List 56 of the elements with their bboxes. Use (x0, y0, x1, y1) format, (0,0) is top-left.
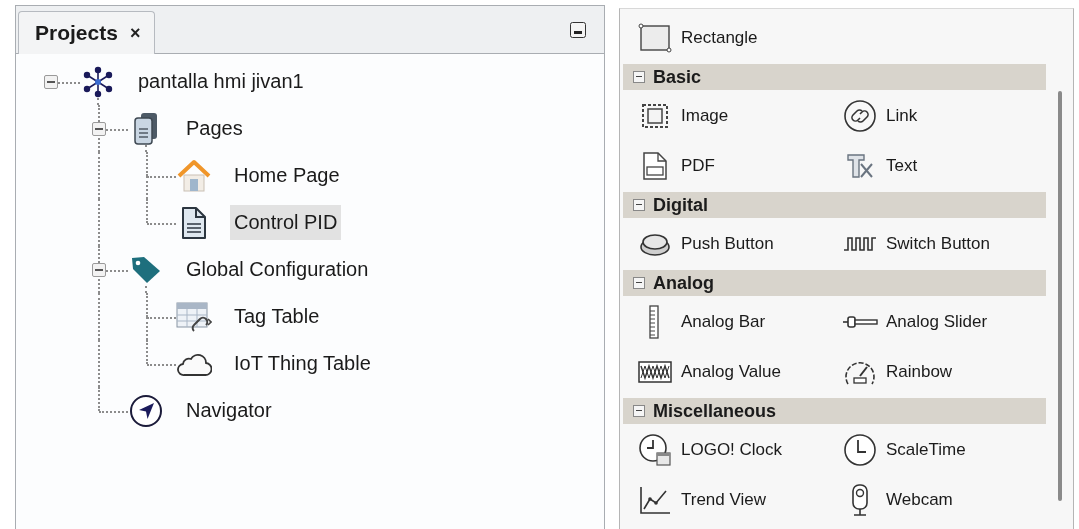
close-tab-button[interactable]: × (129, 22, 141, 44)
tree-item[interactable]: Tag Table (230, 299, 324, 334)
line-chart-icon (639, 485, 671, 515)
projects-tab[interactable]: Projects × (18, 11, 156, 54)
frame-icon (640, 102, 670, 130)
section-header[interactable]: Analog (623, 270, 1046, 296)
toolbox-item[interactable]: Switch Button (840, 219, 1045, 269)
section-header[interactable]: Miscellaneous (623, 398, 1046, 424)
slider-icon (842, 314, 878, 330)
wave-icon (638, 360, 672, 384)
minimize-icon[interactable] (570, 21, 586, 38)
link-icon (843, 99, 877, 133)
collapse-toggle[interactable] (92, 121, 106, 136)
text-tool-icon (845, 152, 875, 180)
toolbox-item[interactable]: Rectangle (635, 13, 840, 63)
tree-item[interactable]: Control PID (230, 205, 342, 240)
scrollbar-thumb[interactable] (1057, 91, 1062, 501)
section-title: Miscellaneous (653, 400, 777, 422)
section-title: Analog (653, 272, 714, 294)
table-icon (176, 300, 212, 333)
tree-item[interactable]: Home Page (230, 158, 344, 193)
section-header[interactable]: Digital (623, 192, 1046, 218)
house-icon (177, 158, 211, 193)
toolbox-item[interactable]: Push Button (635, 219, 840, 269)
tree-item[interactable]: Global Configuration (182, 252, 373, 287)
rectangle-icon (638, 23, 672, 53)
clock-icon (843, 433, 877, 467)
section-title: Basic (653, 66, 702, 88)
ruler-icon (648, 305, 662, 339)
tree-item[interactable]: IoT Thing Table (230, 346, 375, 381)
collapse-toggle[interactable] (44, 74, 58, 89)
section-title: Digital (653, 194, 708, 216)
document-icon (181, 205, 207, 240)
toolbox-item[interactable]: ScaleTime (840, 425, 1045, 475)
toolbox-item[interactable]: Webcam (840, 475, 1045, 525)
tree-item[interactable]: pantalla hmi jivan1 (134, 64, 308, 99)
toolbox-item[interactable]: Analog Value (635, 347, 840, 397)
toolbox-item[interactable]: LOGO! Clock (635, 425, 840, 475)
square-wave-icon (843, 234, 877, 254)
section-header[interactable]: Basic (623, 64, 1046, 90)
toolbox-item[interactable]: Link (840, 91, 1045, 141)
network-icon (82, 65, 114, 98)
toolbox-item[interactable]: Rainbow (840, 347, 1045, 397)
toolbox-item[interactable]: PDF (635, 141, 840, 191)
documents-icon (133, 111, 159, 146)
toolbox-item[interactable]: Analog Slider (840, 297, 1045, 347)
tag-icon (130, 254, 162, 285)
toolbox-item[interactable]: Trend View (635, 475, 840, 525)
collapse-toggle[interactable] (92, 262, 106, 277)
toolbox-item[interactable]: Image (635, 91, 840, 141)
clock-calendar-icon (638, 433, 672, 467)
toolbox-item[interactable]: Text (840, 141, 1045, 191)
toolbox-item[interactable]: Analog Bar (635, 297, 840, 347)
tree-item[interactable]: Navigator (182, 393, 276, 428)
pdf-file-icon (642, 151, 668, 181)
tree-item[interactable]: Pages (182, 111, 247, 146)
